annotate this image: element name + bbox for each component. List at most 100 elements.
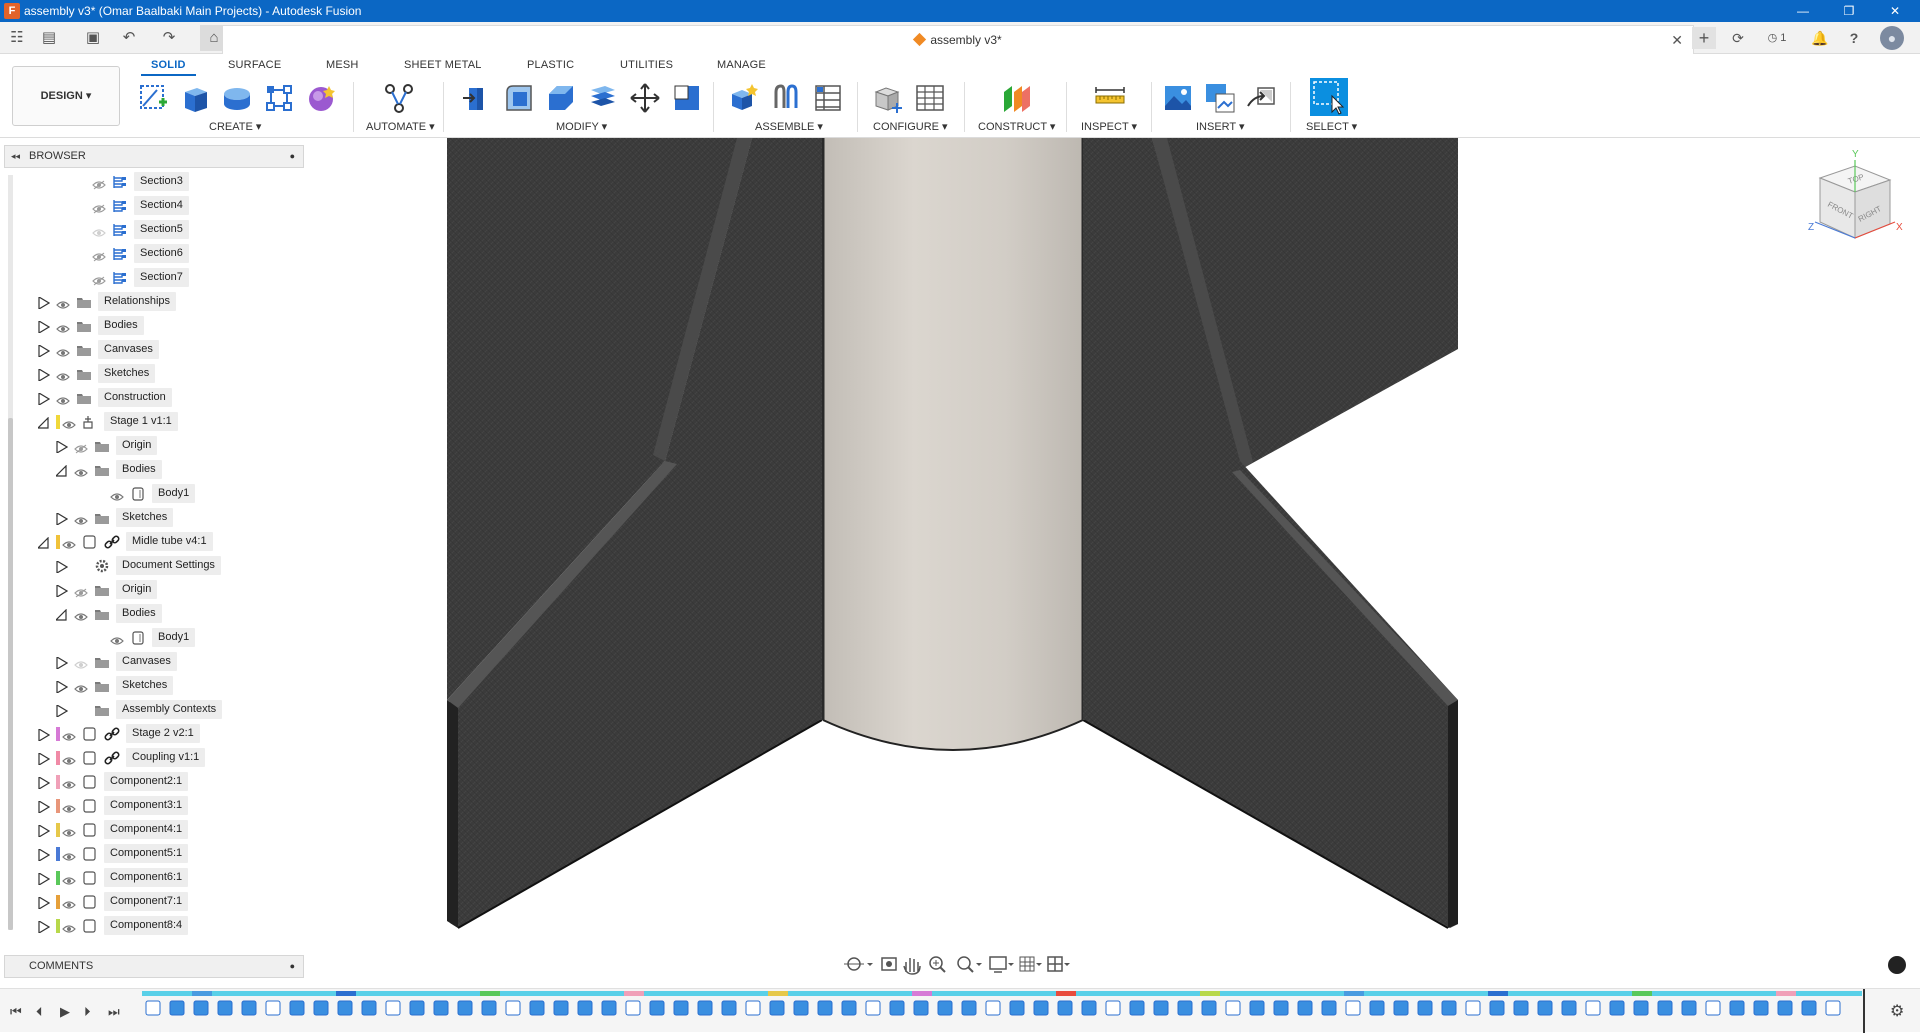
help-icon[interactable]: ?	[1842, 27, 1866, 49]
timeline-feature-icon[interactable]	[1777, 1000, 1793, 1016]
expand-triangle-icon[interactable]	[38, 871, 51, 887]
browser-node-section7[interactable]: Section7	[0, 268, 300, 288]
expand-triangle-icon[interactable]	[38, 823, 51, 839]
visibility-eye-icon[interactable]	[74, 681, 88, 693]
expand-triangle-icon[interactable]	[38, 895, 51, 911]
file-menu-icon[interactable]: ▤	[38, 28, 60, 48]
timeline-feature-icon[interactable]	[1009, 1000, 1025, 1016]
visibility-eye-icon[interactable]	[56, 345, 70, 357]
timeline-feature-icon[interactable]	[1681, 1000, 1697, 1016]
close-window-button[interactable]: ✕	[1872, 0, 1918, 22]
timeline-feature-icon[interactable]	[265, 1000, 281, 1016]
browser-header[interactable]: ◂◂ BROWSER ●	[4, 145, 304, 168]
visibility-eye-icon[interactable]	[62, 537, 76, 549]
timeline-feature-icon[interactable]	[1105, 1000, 1121, 1016]
timeline-feature-icon[interactable]	[865, 1000, 881, 1016]
display-settings-icon[interactable]	[989, 956, 1014, 973]
timeline-feature-icon[interactable]	[337, 1000, 353, 1016]
timeline-feature-icon[interactable]	[889, 1000, 905, 1016]
tab-utilities[interactable]: UTILITIES	[620, 59, 673, 71]
visibility-eye-icon[interactable]	[74, 465, 88, 477]
browser-node-section6[interactable]: Section6	[0, 244, 300, 264]
document-tab[interactable]: assembly v3* ✕	[222, 25, 1694, 54]
create-group-label[interactable]: CREATE ▾	[209, 120, 261, 133]
insert-derive-icon[interactable]	[1246, 82, 1278, 114]
timeline-feature-icon[interactable]	[793, 1000, 809, 1016]
browser-node-component2[interactable]: Component2:1	[0, 772, 300, 792]
timeline-settings-icon[interactable]: ⚙	[1890, 1001, 1904, 1021]
expand-triangle-icon[interactable]	[38, 751, 51, 767]
expand-triangle-icon[interactable]	[38, 367, 51, 383]
browser-node-component3[interactable]: Component3:1	[0, 796, 300, 816]
timeline-feature-icon[interactable]	[817, 1000, 833, 1016]
expand-triangle-icon[interactable]	[38, 775, 51, 791]
select-group-label[interactable]: SELECT ▾	[1306, 120, 1357, 133]
timeline-feature-icon[interactable]	[1705, 1000, 1721, 1016]
browser-node-component4[interactable]: Component4:1	[0, 820, 300, 840]
browser-node-relationships[interactable]: Relationships	[0, 292, 300, 312]
tab-plastic[interactable]: PLASTIC	[527, 59, 574, 71]
undo-icon[interactable]: ↶	[118, 28, 140, 48]
workspace-switcher[interactable]: DESIGN ▾	[12, 66, 120, 126]
assemble-group-label[interactable]: ASSEMBLE ▾	[755, 120, 823, 133]
insert-decal-icon[interactable]	[1204, 82, 1236, 114]
visibility-eye-icon[interactable]	[110, 633, 124, 645]
insert-canvas-icon[interactable]	[1162, 82, 1194, 114]
viewports-icon[interactable]	[1047, 956, 1070, 972]
visibility-eye-icon[interactable]	[62, 753, 76, 765]
browser-node-stage1-body1[interactable]: Body1	[0, 484, 300, 504]
browser-node-component6[interactable]: Component6:1	[0, 868, 300, 888]
visibility-eye-icon[interactable]	[92, 177, 106, 190]
collapse-triangle-icon[interactable]	[54, 464, 68, 477]
browser-node-section5[interactable]: Section5	[0, 220, 300, 240]
expand-triangle-icon[interactable]	[56, 655, 69, 671]
tab-mesh[interactable]: MESH	[326, 59, 359, 71]
timeline-feature-icon[interactable]	[1273, 1000, 1289, 1016]
visibility-eye-icon[interactable]	[74, 441, 88, 454]
timeline-feature-icon[interactable]	[433, 1000, 449, 1016]
timeline-prev-icon[interactable]: ⏴	[36, 1004, 43, 1020]
create-form-icon[interactable]	[305, 82, 337, 114]
timeline-feature-icon[interactable]	[1057, 1000, 1073, 1016]
visibility-eye-icon[interactable]	[62, 849, 76, 861]
scale-icon[interactable]	[671, 82, 703, 114]
expand-triangle-icon[interactable]	[56, 679, 69, 695]
timeline-feature-icon[interactable]	[529, 1000, 545, 1016]
timeline-feature-icon[interactable]	[625, 1000, 641, 1016]
chamfer-icon[interactable]	[545, 82, 577, 114]
timeline-feature-icon[interactable]	[1753, 1000, 1769, 1016]
collapse-triangle-icon[interactable]	[36, 416, 50, 429]
grid-settings-icon[interactable]	[1019, 956, 1042, 972]
timeline-feature-icon[interactable]	[1801, 1000, 1817, 1016]
visibility-eye-icon[interactable]	[74, 513, 88, 525]
browser-node-construction[interactable]: Construction	[0, 388, 300, 408]
visibility-eye-icon[interactable]	[92, 201, 106, 214]
browser-node-mt-sketches[interactable]: Sketches	[0, 676, 300, 696]
timeline-feature-icon[interactable]	[961, 1000, 977, 1016]
browser-node-bodies[interactable]: Bodies	[0, 316, 300, 336]
visibility-eye-icon[interactable]	[110, 489, 124, 501]
browser-node-section4[interactable]: Section4	[0, 196, 300, 216]
timeline-feature-icon[interactable]	[937, 1000, 953, 1016]
timeline-feature-icon[interactable]	[1081, 1000, 1097, 1016]
shell-icon[interactable]	[587, 82, 619, 114]
timeline-feature-icon[interactable]	[1369, 1000, 1385, 1016]
timeline-play-icon[interactable]: ▶	[60, 1004, 70, 1020]
timeline-feature-icon[interactable]	[1345, 1000, 1361, 1016]
timeline-feature-icon[interactable]	[385, 1000, 401, 1016]
browser-node-component5[interactable]: Component5:1	[0, 844, 300, 864]
tab-sheet-metal[interactable]: SHEET METAL	[404, 59, 482, 71]
timeline-feature-icon[interactable]	[1153, 1000, 1169, 1016]
tab-surface[interactable]: SURFACE	[228, 59, 281, 71]
collapse-triangle-icon[interactable]	[36, 536, 50, 549]
timeline-feature-icon[interactable]	[241, 1000, 257, 1016]
visibility-eye-icon[interactable]	[92, 249, 106, 262]
browser-node-component7[interactable]: Component7:1	[0, 892, 300, 912]
expand-triangle-icon[interactable]	[38, 847, 51, 863]
insert-group-label[interactable]: INSERT ▾	[1196, 120, 1245, 133]
press-pull-icon[interactable]	[461, 82, 493, 114]
timeline-next-icon[interactable]: ⏵	[84, 1004, 91, 1020]
timeline-feature-icon[interactable]	[1537, 1000, 1553, 1016]
timeline-feature-icon[interactable]	[1129, 1000, 1145, 1016]
timeline-last-icon[interactable]: ⏭	[108, 1004, 120, 1020]
